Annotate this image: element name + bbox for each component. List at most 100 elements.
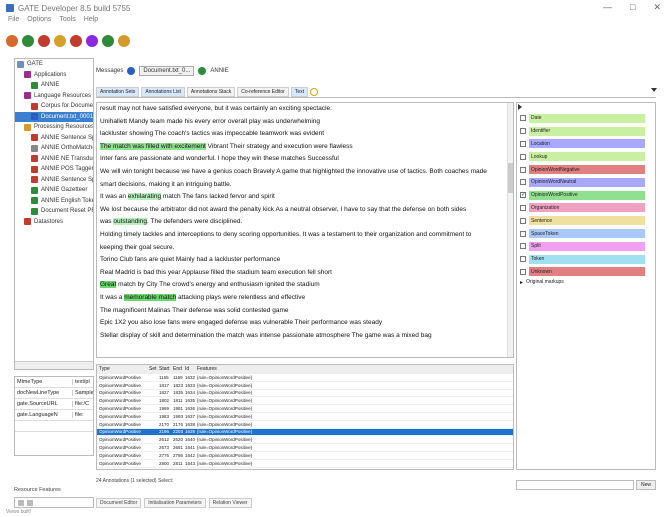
- table-row[interactable]: OpinionWordPositive 1802 1811 1635 {rule=Opi…: [97, 397, 513, 406]
- new-app-icon[interactable]: [54, 35, 66, 47]
- annotation-type-row[interactable]: Unknown: [517, 267, 655, 278]
- annotation-type-row[interactable]: Location: [517, 139, 655, 150]
- annotation-highlight[interactable]: exhilarating: [127, 193, 162, 201]
- annotation-type-checkbox[interactable]: [520, 115, 526, 122]
- tree-item[interactable]: ANNIE Gazetteer: [15, 185, 93, 196]
- annotation-highlight[interactable]: memorable match: [124, 293, 177, 301]
- annotation-type-row[interactable]: OpinionWordNeutral: [517, 177, 655, 188]
- menu-options[interactable]: Options: [27, 16, 51, 28]
- chevron-down-icon[interactable]: [651, 88, 657, 92]
- open-icon[interactable]: [86, 35, 98, 47]
- annotation-type-row[interactable]: Organization: [517, 203, 655, 214]
- annotation-type-checkbox[interactable]: [520, 153, 526, 160]
- annotation-type-checkbox[interactable]: [520, 256, 526, 263]
- minimize-button[interactable]: —: [603, 2, 612, 13]
- annotation-type-checkbox[interactable]: [520, 140, 526, 147]
- tree-item[interactable]: ANNIE OrthoMatcher: [15, 143, 93, 154]
- column-header[interactable]: End: [173, 366, 185, 372]
- table-row[interactable]: OpinionWordPositive 1827 1835 1634 {rule=Opi…: [97, 390, 513, 398]
- view-toggle[interactable]: Annotation Sets: [96, 86, 140, 97]
- tree-item[interactable]: GATE: [15, 59, 93, 70]
- table-row[interactable]: OpinionWordPositive 1969 1981 1636 {rule=Opi…: [97, 405, 513, 413]
- remove-feature-icon[interactable]: [27, 499, 33, 506]
- column-header[interactable]: Set: [149, 366, 159, 372]
- tree-item[interactable]: ANNIE Sentence Split: [15, 175, 93, 186]
- table-row[interactable]: OpinionWordPositive 2170 2176 1638 {rule=Opi…: [97, 421, 513, 429]
- property-row[interactable]: MimeType text/pl: [15, 377, 93, 388]
- table-row[interactable]: OpinionWordPositive 2673 2681 1641 {rule=Opi…: [97, 444, 513, 452]
- annotation-type-checkbox[interactable]: [520, 179, 526, 186]
- document-text-view[interactable]: result may not have satisfied everyone, …: [96, 102, 514, 358]
- menu-file[interactable]: File: [8, 16, 19, 28]
- view-toggle[interactable]: Text: [290, 86, 309, 97]
- table-row[interactable]: OpinionWordPositive 2775 2786 1642 {rule=Opi…: [97, 452, 513, 460]
- tree-item[interactable]: Processing Resources: [15, 122, 93, 133]
- tree-item[interactable]: ANNIE Sentence Splitter: [15, 133, 93, 144]
- annotation-type-checkbox[interactable]: [520, 128, 526, 135]
- tree-horizontal-scrollbar[interactable]: [15, 361, 93, 369]
- tree-item[interactable]: ANNIE: [15, 80, 93, 91]
- search-icon[interactable]: [310, 87, 319, 96]
- new-lr-icon[interactable]: [22, 35, 34, 47]
- datastore-icon[interactable]: [70, 35, 82, 47]
- annotation-type-row[interactable]: ✓ OpinionWordPositive: [517, 190, 655, 201]
- tab-document-editor[interactable]: Document Editor: [96, 498, 142, 508]
- tree-item[interactable]: ANNIE English Token: [15, 196, 93, 207]
- load-plugin-icon[interactable]: [6, 35, 18, 47]
- column-header[interactable]: Id: [185, 366, 197, 372]
- annotation-type-checkbox[interactable]: [520, 243, 526, 250]
- column-header[interactable]: Start: [159, 366, 173, 372]
- tab-initialisation-parameters[interactable]: Initialisation Parameters: [144, 498, 206, 508]
- annotation-type-checkbox[interactable]: [520, 217, 526, 224]
- column-header[interactable]: Features: [197, 366, 513, 372]
- tree-item[interactable]: Applications: [15, 70, 93, 81]
- tree-item[interactable]: Document.txt_0001: [15, 111, 93, 122]
- view-toggle[interactable]: Annotations Stack: [186, 86, 236, 97]
- maximize-button[interactable]: □: [630, 2, 635, 13]
- annotation-highlight[interactable]: Great: [100, 281, 117, 289]
- new-annotation-set-field[interactable]: [516, 480, 634, 490]
- tree-item[interactable]: Datastores: [15, 217, 93, 228]
- annotation-type-row[interactable]: Identifier: [517, 126, 655, 137]
- annotation-type-checkbox[interactable]: ✓: [520, 192, 526, 199]
- expand-icon[interactable]: ▸: [520, 279, 523, 286]
- property-row[interactable]: docNewLineType Sample: [15, 388, 93, 399]
- original-markups-set[interactable]: ▸ Original markups: [517, 277, 655, 287]
- plugin-icon[interactable]: [102, 35, 114, 47]
- tree-item[interactable]: ANNIE POS Tagger: [15, 164, 93, 175]
- tab-relation-viewer[interactable]: Relation Viewer: [208, 498, 252, 508]
- annotation-type-checkbox[interactable]: [520, 166, 526, 173]
- menu-help[interactable]: Help: [84, 16, 98, 28]
- messages-tab[interactable]: Messages: [96, 68, 123, 74]
- tree-item[interactable]: ANNIE NE Transducer: [15, 154, 93, 165]
- annotation-type-row[interactable]: Sentence: [517, 215, 655, 226]
- annotation-highlight[interactable]: outstanding: [113, 218, 147, 226]
- tree-item[interactable]: Language Resources: [15, 91, 93, 102]
- annie-tab[interactable]: ANNIE: [210, 68, 228, 74]
- table-row[interactable]: OpinionWordPositive 1165 1169 1632 {rule=Opi…: [97, 374, 513, 382]
- document-tab[interactable]: Document.txt_0...: [139, 66, 195, 76]
- resource-tree[interactable]: GATE Applications ANNIE Language Resources C…: [14, 58, 94, 370]
- new-pr-icon[interactable]: [38, 35, 50, 47]
- tree-item[interactable]: Document Reset PR: [15, 206, 93, 217]
- add-feature-icon[interactable]: [18, 499, 24, 506]
- table-row[interactable]: OpinionWordPositive 1817 1823 1633 {rule=Opi…: [97, 382, 513, 390]
- column-header[interactable]: Type: [97, 366, 149, 372]
- annotation-type-checkbox[interactable]: [520, 204, 526, 211]
- annotation-type-row[interactable]: OpinionWordNegative: [517, 164, 655, 175]
- property-row[interactable]: [15, 421, 93, 432]
- annotations-list-table[interactable]: Type Set Start End Id Features OpinionWordPos…: [96, 364, 514, 470]
- property-row[interactable]: gate.LanguageN file:: [15, 410, 93, 421]
- view-toggle[interactable]: Co-reference Editor: [237, 86, 289, 97]
- scroll-thumb[interactable]: [508, 163, 513, 193]
- annotation-type-row[interactable]: Date: [517, 113, 655, 124]
- text-vertical-scrollbar[interactable]: [507, 103, 513, 357]
- annotation-type-row[interactable]: Lookup: [517, 151, 655, 162]
- annotation-highlight[interactable]: The match was filled with excitement: [100, 142, 206, 150]
- table-row[interactable]: OpinionWordPositive 2612 2620 1640 {rule=Opi…: [97, 436, 513, 445]
- close-button[interactable]: ✕: [653, 2, 661, 13]
- annotation-type-row[interactable]: Split: [517, 241, 655, 252]
- annotation-type-row[interactable]: SpaceToken: [517, 228, 655, 239]
- table-row[interactable]: OpinionWordPositive 2800 2811 1643 {rule=Opi…: [97, 460, 513, 468]
- annie-icon[interactable]: [118, 35, 130, 47]
